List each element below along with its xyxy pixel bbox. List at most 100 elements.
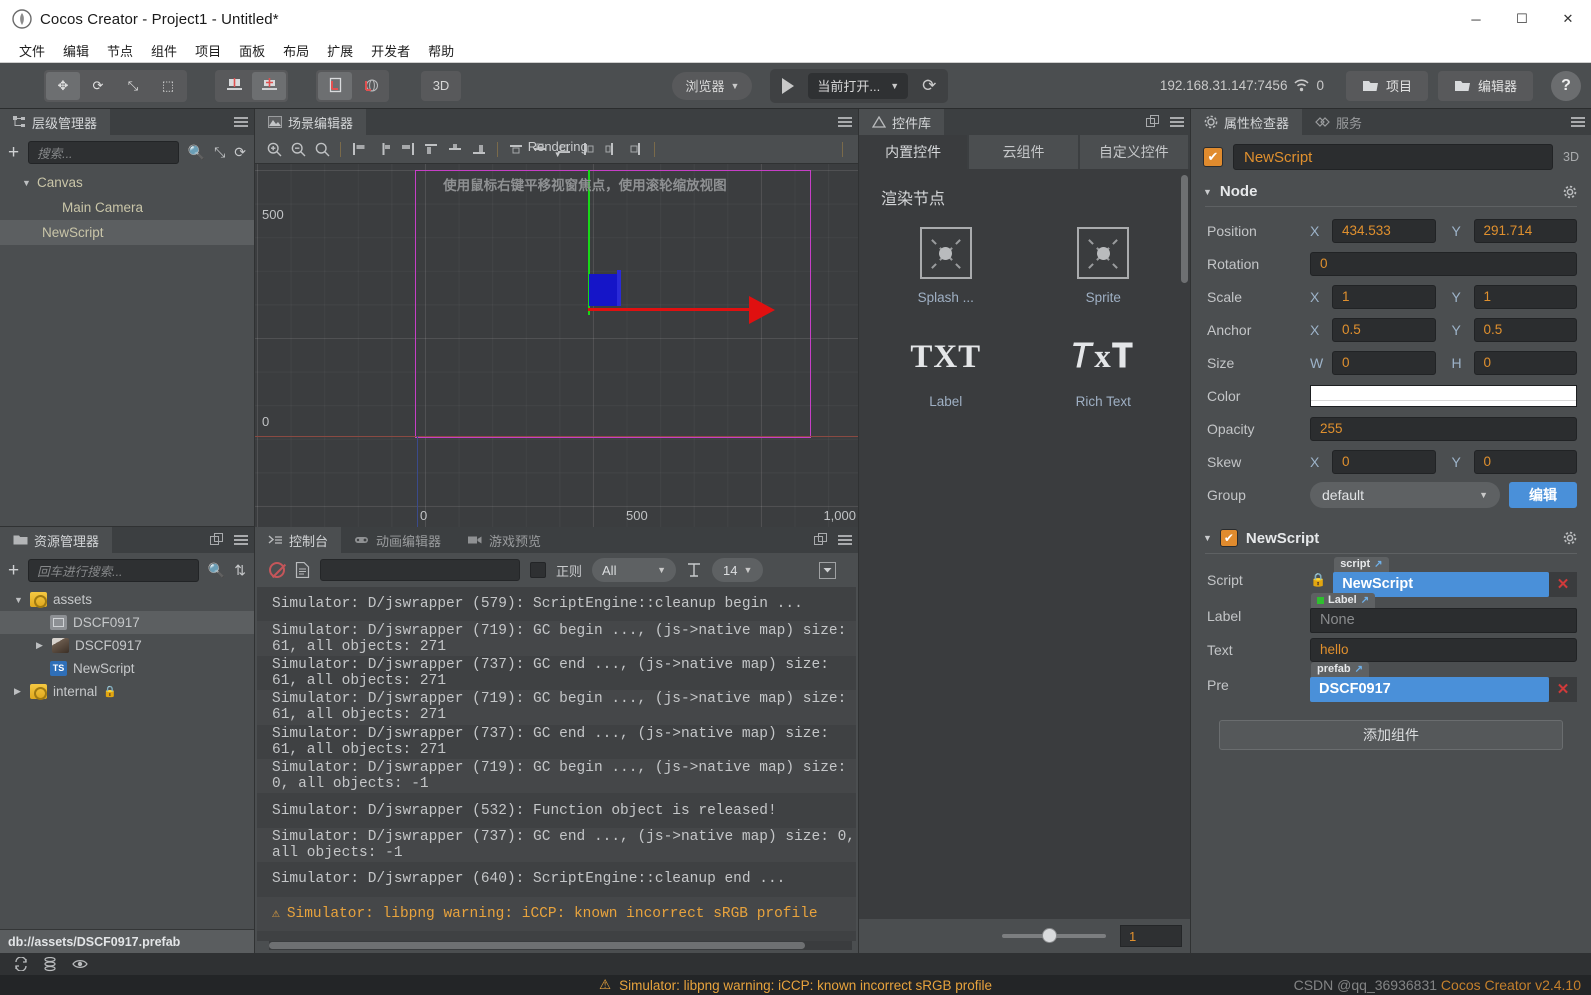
menu-help[interactable]: 帮助 — [419, 39, 463, 62]
dist-top-icon[interactable] — [505, 138, 527, 160]
asset-row-assets[interactable]: ▼ assets — [0, 588, 254, 611]
console-menu-icon[interactable] — [838, 535, 852, 545]
sort-icon[interactable]: ⇅ — [234, 562, 246, 579]
console-filter-input[interactable] — [320, 559, 520, 581]
menu-panel[interactable]: 面板 — [230, 39, 274, 62]
chevron-down-icon[interactable]: ▼ — [1203, 533, 1212, 543]
menu-edit[interactable]: 编辑 — [54, 39, 98, 62]
collapse-down-icon[interactable] — [819, 561, 836, 579]
menu-file[interactable]: 文件 — [10, 39, 54, 62]
open-target-select[interactable]: 当前打开... ▼ — [808, 72, 909, 99]
center-tool[interactable] — [252, 71, 286, 100]
align-bottom-icon[interactable] — [468, 138, 490, 160]
menu-node[interactable]: 节点 — [98, 39, 142, 62]
font-size-icon[interactable] — [686, 562, 702, 578]
collapse-icon[interactable]: ⤡ — [214, 144, 225, 161]
scale-tool[interactable]: ⤡ — [116, 72, 150, 100]
help-button[interactable]: ? — [1551, 70, 1581, 101]
zoom-out-icon[interactable] — [287, 138, 309, 160]
browser-select[interactable]: 浏览器 ▼ — [672, 71, 753, 100]
console-horizontal-scrollbar[interactable] — [269, 941, 852, 950]
script-clear-button[interactable]: ✕ — [1549, 571, 1577, 597]
position-x-input[interactable]: 434.533 — [1332, 218, 1436, 243]
external-link-icon[interactable]: ↗ — [1374, 559, 1382, 570]
label-ref-field[interactable]: None — [1310, 607, 1577, 633]
widget-menu-icon[interactable] — [1170, 117, 1184, 127]
search-icon[interactable]: 🔍 — [208, 562, 225, 579]
add-node-button[interactable]: + — [8, 143, 19, 162]
component-enabled-checkbox[interactable]: ✔ — [1219, 529, 1238, 547]
widget-zoom-slider[interactable] — [1002, 928, 1106, 943]
chevron-right-icon[interactable]: ▶ — [36, 640, 46, 651]
sync-icon[interactable] — [14, 957, 28, 971]
rendering-dropdown[interactable]: Rendering ▼ — [528, 139, 588, 159]
scene-viewport[interactable]: 500 0 0 500 1,000 使用鼠标右键平移视窗焦点，使用滚轮缩放视图 — [255, 164, 858, 527]
font-size-select[interactable]: 14 ▼ — [712, 558, 764, 582]
hierarchy-node-newscript[interactable]: NewScript — [0, 220, 254, 245]
anchor-y-input[interactable]: 0.5 — [1473, 317, 1577, 342]
menu-component[interactable]: 组件 — [142, 39, 186, 62]
open-editor-button[interactable]: 编辑器 — [1437, 70, 1533, 101]
assets-menu-icon[interactable] — [234, 535, 248, 545]
minimize-button[interactable]: ─ — [1453, 0, 1499, 38]
prefab-ref-field[interactable]: DSCF0917 — [1310, 676, 1549, 702]
clear-icon[interactable] — [269, 562, 285, 578]
anchor-x-input[interactable]: 0.5 — [1332, 317, 1436, 342]
popout-icon[interactable] — [1146, 115, 1160, 129]
align-right-icon[interactable] — [396, 138, 418, 160]
slider-knob[interactable] — [1041, 928, 1057, 943]
widget-library-scrollbar[interactable] — [1181, 175, 1188, 283]
add-component-button[interactable]: 添加组件 — [1219, 720, 1563, 750]
asset-row-prefab[interactable]: DSCF0917 — [0, 611, 254, 634]
zoom-in-icon[interactable] — [263, 138, 285, 160]
refresh-icon[interactable]: ⟳ — [234, 144, 246, 161]
node-name-input[interactable]: NewScript — [1233, 144, 1554, 170]
regex-checkbox[interactable] — [530, 562, 546, 578]
popout-icon[interactable] — [814, 533, 828, 547]
tab-inspector[interactable]: 属性检查器 — [1191, 109, 1303, 135]
widget-item-splash[interactable]: Splash ... — [881, 227, 1011, 305]
hierarchy-search-input[interactable]: 搜索... — [28, 141, 179, 164]
chevron-right-icon[interactable]: ▶ — [14, 686, 24, 697]
align-vcenter-icon[interactable] — [444, 138, 466, 160]
node-section-header[interactable]: ▼ Node — [1191, 179, 1591, 206]
search-icon[interactable]: 🔍 — [188, 144, 205, 161]
pivot-tool[interactable] — [217, 72, 251, 100]
align-top-icon[interactable] — [420, 138, 442, 160]
add-asset-button[interactable]: + — [8, 561, 19, 580]
hierarchy-menu-icon[interactable] — [234, 117, 248, 127]
scale-y-input[interactable]: 1 — [1473, 284, 1577, 309]
asset-row-script[interactable]: TS NewScript — [0, 657, 254, 680]
tab-assets[interactable]: 资源管理器 — [0, 527, 113, 553]
mode-3d-button[interactable]: 3D — [421, 70, 461, 101]
asset-row-image[interactable]: ▶ DSCF0917 — [0, 634, 254, 657]
opacity-input[interactable]: 255 — [1310, 416, 1577, 441]
group-edit-button[interactable]: 编辑 — [1509, 481, 1577, 508]
tab-animation-editor[interactable]: 动画编辑器 — [341, 527, 454, 553]
text-input[interactable]: hello — [1310, 637, 1577, 662]
menu-extension[interactable]: 扩展 — [318, 39, 362, 62]
inspector-menu-icon[interactable] — [1571, 117, 1585, 127]
chevron-down-icon[interactable]: ▼ — [1203, 187, 1212, 197]
tab-console[interactable]: 控制台 — [255, 527, 342, 553]
scene-menu-icon[interactable] — [838, 117, 852, 127]
zoom-fit-icon[interactable] — [311, 138, 333, 160]
node-enabled-checkbox[interactable]: ✔ — [1203, 147, 1223, 167]
maximize-button[interactable]: ☐ — [1499, 0, 1545, 38]
rotate-tool[interactable]: ⟳ — [81, 72, 115, 100]
size-width-input[interactable]: 0 — [1332, 350, 1436, 375]
external-link-icon[interactable]: ↗ — [1355, 664, 1363, 675]
widget-item-richtext[interactable]: 𝑇x𝐓 Rich Text — [1039, 331, 1169, 410]
menu-project[interactable]: 项目 — [186, 39, 230, 62]
hierarchy-node-main-camera[interactable]: Main Camera — [0, 195, 254, 220]
play-icon[interactable] — [782, 77, 795, 94]
widget-zoom-value[interactable]: 1 — [1120, 925, 1182, 947]
console-log-list[interactable]: Simulator: D/jswrapper (579): ScriptEngi… — [257, 587, 856, 941]
selected-node-sprite[interactable] — [589, 270, 621, 306]
chevron-down-icon[interactable]: ▼ — [14, 595, 24, 605]
menu-developer[interactable]: 开发者 — [362, 39, 419, 62]
size-height-input[interactable]: 0 — [1473, 350, 1577, 375]
dist-center-icon[interactable] — [601, 138, 623, 160]
prefab-clear-button[interactable]: ✕ — [1549, 676, 1577, 702]
gear-icon[interactable] — [1563, 185, 1577, 199]
